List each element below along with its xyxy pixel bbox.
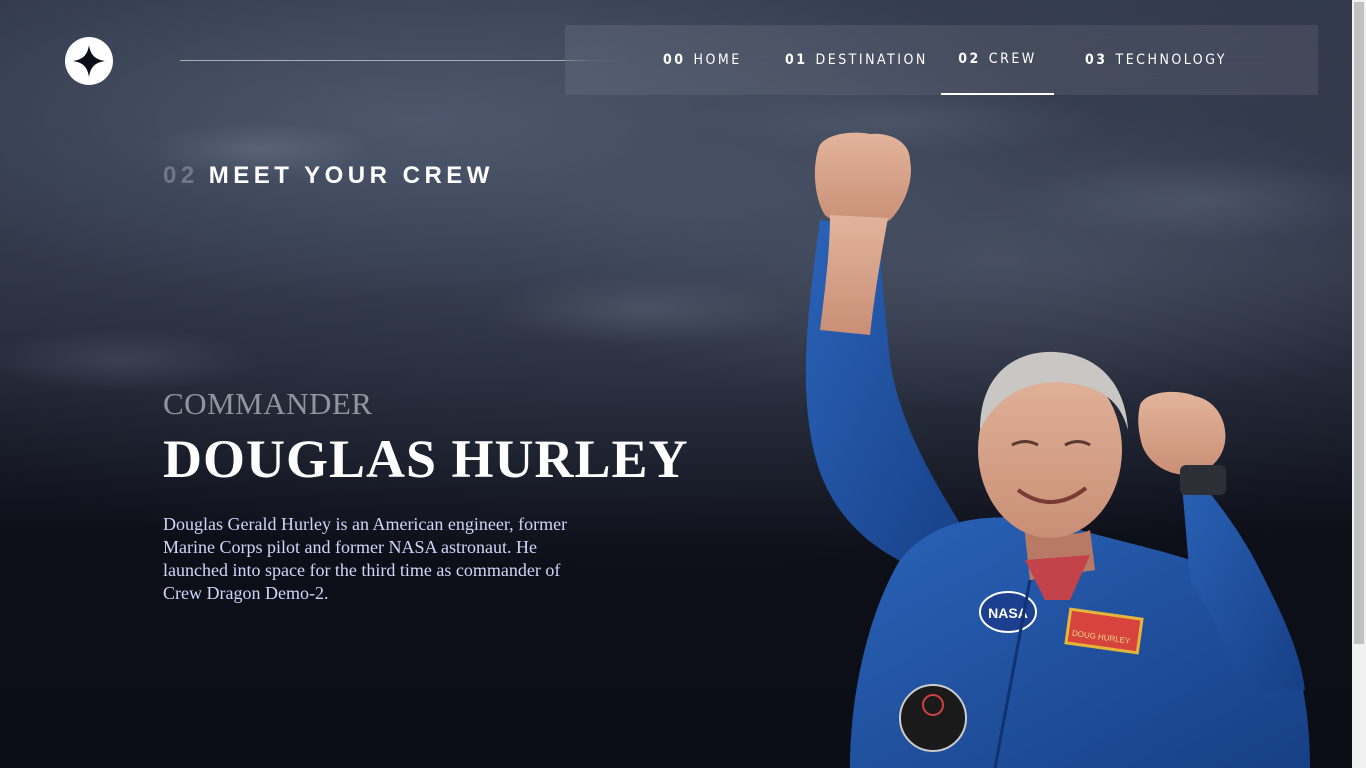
star-logo-icon[interactable] bbox=[65, 37, 113, 85]
nav-item-number: 02 bbox=[958, 51, 981, 67]
crew-name: DOUGLAS HURLEY bbox=[163, 429, 689, 489]
page-scrollbar[interactable] bbox=[1352, 0, 1366, 768]
page-heading: 02 MEET YOUR CREW bbox=[163, 162, 494, 190]
nav-item-destination[interactable]: 01 DESTINATION bbox=[785, 25, 928, 95]
main-navigation: 00 HOME 01 DESTINATION 02 CREW 03 TECHNO… bbox=[565, 25, 1318, 95]
astronaut-portrait-image: NASA DOUG HURLEY bbox=[805, 132, 1310, 768]
nav-item-number: 00 bbox=[663, 52, 686, 68]
star-logo-glyph bbox=[73, 45, 105, 77]
nav-item-label: CREW bbox=[988, 51, 1037, 67]
nav-item-label: HOME bbox=[693, 52, 742, 68]
nav-item-number: 01 bbox=[785, 52, 808, 68]
header-divider-line bbox=[180, 60, 619, 61]
page-heading-number: 02 bbox=[163, 162, 199, 189]
crew-role: COMMANDER bbox=[163, 386, 373, 421]
nav-item-label: TECHNOLOGY bbox=[1115, 52, 1227, 68]
nav-item-technology[interactable]: 03 TECHNOLOGY bbox=[1085, 25, 1227, 95]
nav-item-home[interactable]: 00 HOME bbox=[663, 25, 742, 95]
nav-item-number: 03 bbox=[1085, 52, 1108, 68]
scrollbar-thumb[interactable] bbox=[1354, 2, 1364, 644]
page-heading-text: MEET YOUR CREW bbox=[208, 162, 494, 189]
nav-item-crew[interactable]: 02 CREW bbox=[941, 25, 1054, 95]
nav-item-label: DESTINATION bbox=[815, 52, 928, 68]
crew-bio: Douglas Gerald Hurley is an American eng… bbox=[163, 514, 568, 603]
